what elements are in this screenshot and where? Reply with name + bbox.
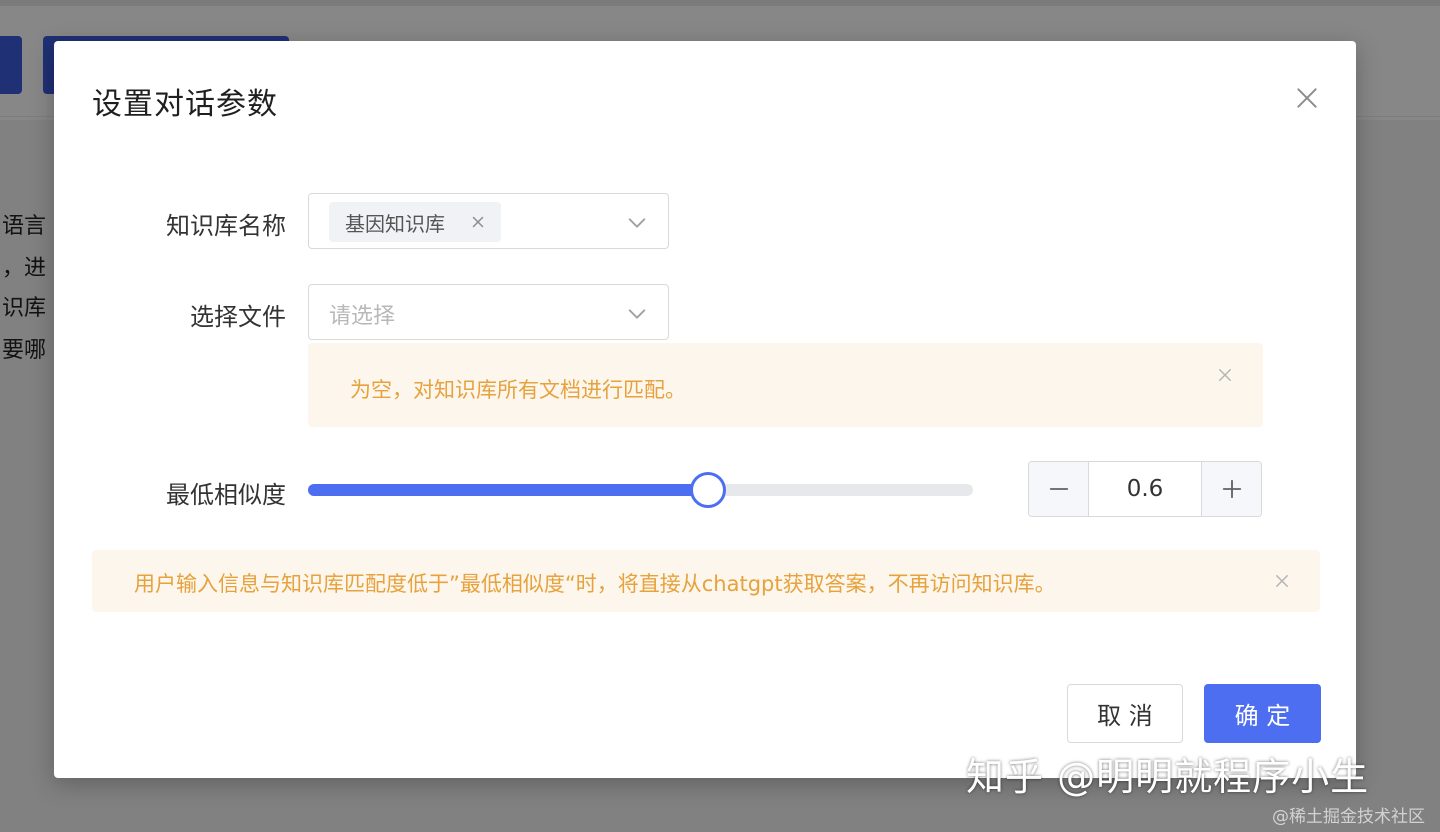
similarity-alert-text: 用户输入信息与知识库匹配度低于”最低相似度“时，将直接从chatgpt获取答案，… [134, 572, 1056, 596]
similarity-stepper: 0.6 [1028, 461, 1262, 517]
dialog-title: 设置对话参数 [92, 87, 278, 122]
cancel-button[interactable]: 取 消 [1067, 684, 1183, 743]
knowledge-base-label: 知识库名称 [166, 212, 286, 240]
chevron-down-icon [626, 303, 648, 325]
close-icon[interactable] [1294, 85, 1320, 111]
alert-close-icon[interactable] [1273, 572, 1291, 590]
file-select[interactable]: 请选择 [308, 284, 669, 340]
zhihu-watermark: 知乎 @明明就程序小生 [966, 755, 1370, 799]
file-select-alert: 为空，对知识库所有文档进行匹配。 [308, 343, 1263, 427]
confirm-button[interactable]: 确 定 [1204, 684, 1321, 743]
knowledge-base-select[interactable]: 基因知识库 [308, 193, 669, 249]
file-select-alert-text: 为空，对知识库所有文档进行匹配。 [350, 378, 686, 402]
selected-tag-label: 基因知识库 [345, 211, 445, 236]
tag-close-icon[interactable] [469, 213, 487, 231]
minus-icon[interactable] [1029, 462, 1089, 516]
similarity-value-input[interactable]: 0.6 [1089, 462, 1201, 516]
file-select-label: 选择文件 [190, 303, 286, 331]
alert-close-icon[interactable] [1216, 366, 1234, 384]
chat-params-dialog: 设置对话参数 知识库名称 基因知识库 选择文件 请选择 为空，对知识库所有文档进… [54, 41, 1356, 778]
file-select-placeholder: 请选择 [329, 304, 396, 329]
similarity-label: 最低相似度 [166, 481, 286, 509]
slider-thumb[interactable] [690, 472, 726, 508]
selected-tag: 基因知识库 [329, 202, 501, 242]
slider-fill [308, 484, 707, 496]
juejin-watermark: @稀土掘金技术社区 [1272, 807, 1425, 827]
plus-icon[interactable] [1201, 462, 1261, 516]
similarity-slider[interactable] [308, 472, 973, 508]
similarity-alert: 用户输入信息与知识库匹配度低于”最低相似度“时，将直接从chatgpt获取答案，… [92, 550, 1320, 612]
chevron-down-icon [626, 212, 648, 234]
